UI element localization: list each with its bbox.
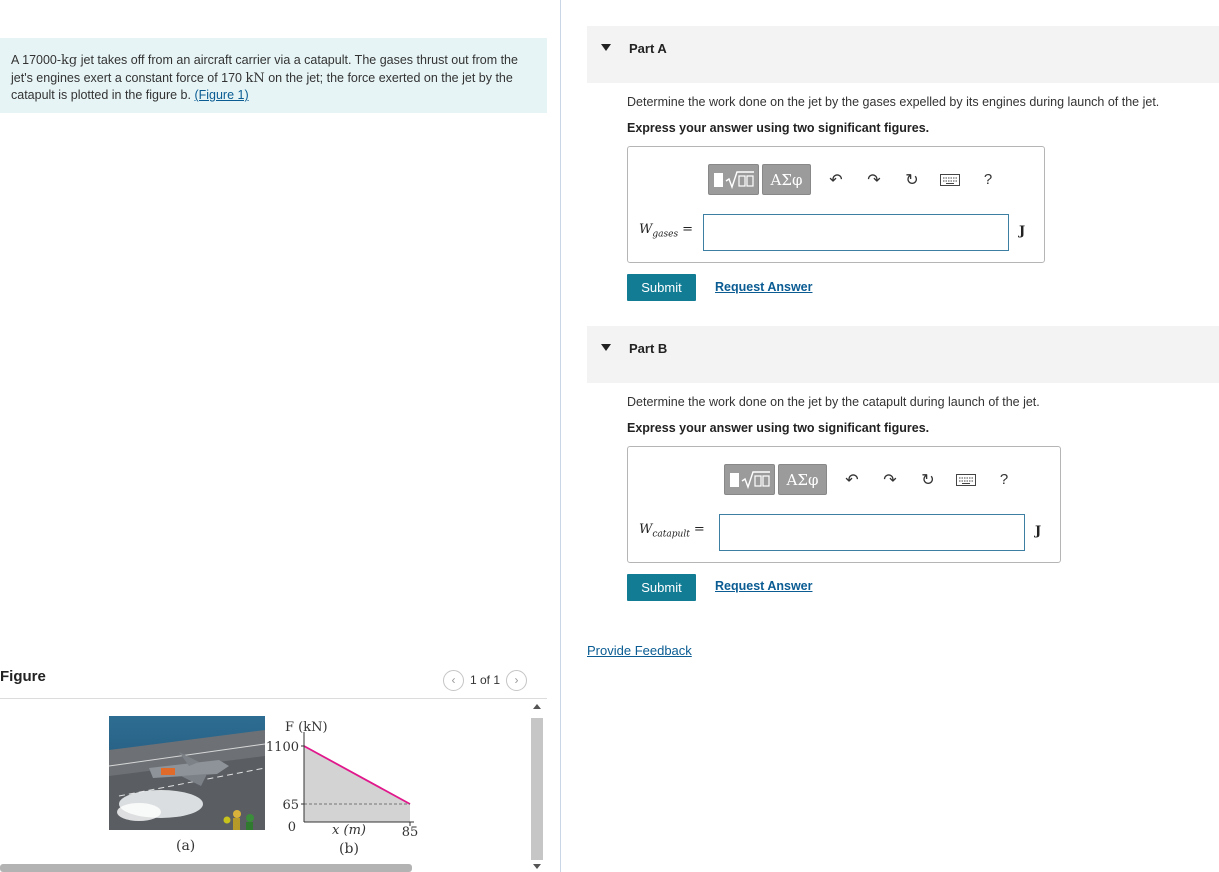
mastering-physics-page: A 17000-kg jet takes off from an aircraf… [0, 0, 1219, 872]
reset-button[interactable]: ↻ [893, 164, 931, 195]
help-button[interactable]: ? [969, 164, 1007, 195]
reset-icon: ↻ [921, 471, 935, 489]
greek-symbols-icon: ΑΣφ [786, 470, 819, 489]
part-a-unit: J [1019, 224, 1026, 239]
unit-kn: kN [245, 70, 265, 86]
part-b-question: Determine the work done on the jet by th… [627, 395, 1040, 409]
collapse-triangle-icon[interactable] [601, 44, 611, 51]
figure-page-indicator: 1 of 1 [470, 673, 501, 687]
greek-symbols-button[interactable]: ΑΣφ [778, 464, 827, 495]
part-b-answer-input[interactable] [719, 514, 1025, 551]
redo-button[interactable]: ↷ [871, 464, 909, 495]
figure-label-a: (a) [176, 838, 196, 854]
keyboard-icon [956, 473, 976, 486]
part-a-question: Determine the work done on the jet by th… [627, 95, 1160, 109]
help-button[interactable]: ? [985, 464, 1023, 495]
part-a-header[interactable]: Part A [587, 26, 1219, 83]
part-b-unit: J [1035, 524, 1042, 539]
part-b-answer-box: ΑΣφ ↶ ↷ ↻ ? Wcatapult = J [627, 446, 1061, 563]
part-a-answer-input[interactable] [703, 214, 1009, 251]
greek-symbols-icon: ΑΣφ [770, 170, 803, 189]
y-tick-label: 1100 [266, 740, 299, 755]
redo-icon: ↷ [883, 471, 897, 489]
problem-statement: A 17000-kg jet takes off from an aircraf… [0, 38, 547, 113]
part-a-submit-button[interactable]: Submit [627, 274, 696, 301]
variable-subscript: gases [652, 229, 679, 240]
keyboard-button[interactable] [947, 464, 985, 495]
part-a-title: Part A [629, 41, 667, 56]
part-a-variable-label: Wgases = [639, 222, 693, 240]
part-b-submit-button[interactable]: Submit [627, 574, 696, 601]
part-a-answer-box: ΑΣφ ↶ ↷ ↻ ? Wgases = J [627, 146, 1045, 263]
problem-text-1: A 17000- [11, 53, 62, 67]
part-b-title: Part B [629, 341, 668, 356]
figure-title: Figure [0, 668, 46, 685]
part-a-toolbar: ΑΣφ ↶ ↷ ↻ ? [708, 164, 1007, 195]
x-axis-label: x (m) [332, 823, 366, 838]
keyboard-icon [940, 173, 960, 186]
x-tick-label: 85 [402, 825, 419, 840]
variable-symbol: W [639, 522, 653, 537]
provide-feedback-link[interactable]: Provide Feedback [587, 643, 692, 658]
previous-figure-button[interactable]: ‹ [443, 669, 464, 691]
figure-horizontal-scrollbar[interactable] [0, 864, 412, 872]
reset-button[interactable]: ↻ [909, 464, 947, 495]
unit-kg: kg [61, 53, 78, 68]
variable-subscript: catapult [652, 529, 690, 540]
help-icon: ? [983, 171, 993, 188]
problem-pane: A 17000-kg jet takes off from an aircraf… [0, 0, 560, 872]
part-b-request-answer-link[interactable]: Request Answer [715, 579, 812, 593]
part-b-instruction: Express your answer using two significan… [627, 421, 930, 435]
part-a-request-answer-link[interactable]: Request Answer [715, 280, 812, 294]
part-a-instruction: Express your answer using two significan… [627, 121, 930, 135]
next-figure-button[interactable]: › [506, 669, 528, 691]
keyboard-button[interactable] [931, 164, 969, 195]
redo-icon: ↷ [867, 171, 881, 189]
undo-button[interactable]: ↶ [833, 464, 871, 495]
templates-icon [713, 170, 754, 189]
scroll-thumb[interactable] [531, 718, 543, 860]
equals-sign: = [693, 522, 705, 537]
figure-link[interactable]: (Figure 1) [194, 88, 248, 102]
jet-catapult-photo [109, 716, 265, 830]
y-axis-label: F (kN) [285, 720, 328, 735]
part-b-header[interactable]: Part B [587, 326, 1219, 383]
templates-icon [729, 470, 770, 489]
scroll-up-arrow-icon[interactable] [533, 704, 541, 709]
templates-button[interactable] [724, 464, 775, 495]
variable-symbol: W [639, 222, 653, 237]
undo-icon: ↶ [845, 471, 859, 489]
chevron-right-icon: › [514, 673, 519, 687]
part-b-variable-label: Wcatapult = [639, 522, 705, 540]
undo-button[interactable]: ↶ [817, 164, 855, 195]
reset-icon: ↻ [905, 171, 919, 189]
collapse-triangle-icon[interactable] [601, 344, 611, 351]
figure-label-b: (b) [339, 841, 359, 857]
force-vs-position-graph: F (kN) 1100 65 0 85 x (m) (b) [266, 720, 419, 857]
greek-symbols-button[interactable]: ΑΣφ [762, 164, 811, 195]
y-tick-label: 65 [282, 798, 299, 813]
help-icon: ? [999, 471, 1009, 488]
equals-sign: = [682, 222, 693, 237]
graph-area-fill [304, 746, 410, 822]
y-tick-label: 0 [288, 820, 296, 835]
figure-divider [0, 698, 547, 699]
undo-icon: ↶ [829, 171, 843, 189]
part-b-toolbar: ΑΣφ ↶ ↷ ↻ ? [724, 464, 1023, 495]
pane-divider [560, 0, 561, 872]
scroll-down-arrow-icon[interactable] [533, 864, 541, 869]
templates-button[interactable] [708, 164, 759, 195]
redo-button[interactable]: ↷ [855, 164, 893, 195]
figure-vertical-scrollbar[interactable] [530, 700, 544, 872]
chevron-left-icon: ‹ [451, 673, 456, 687]
figure-pager: ‹ 1 of 1 › [443, 669, 528, 691]
figure-content: (a) F (kN) 1100 65 0 85 x (m) (b) [0, 700, 530, 872]
